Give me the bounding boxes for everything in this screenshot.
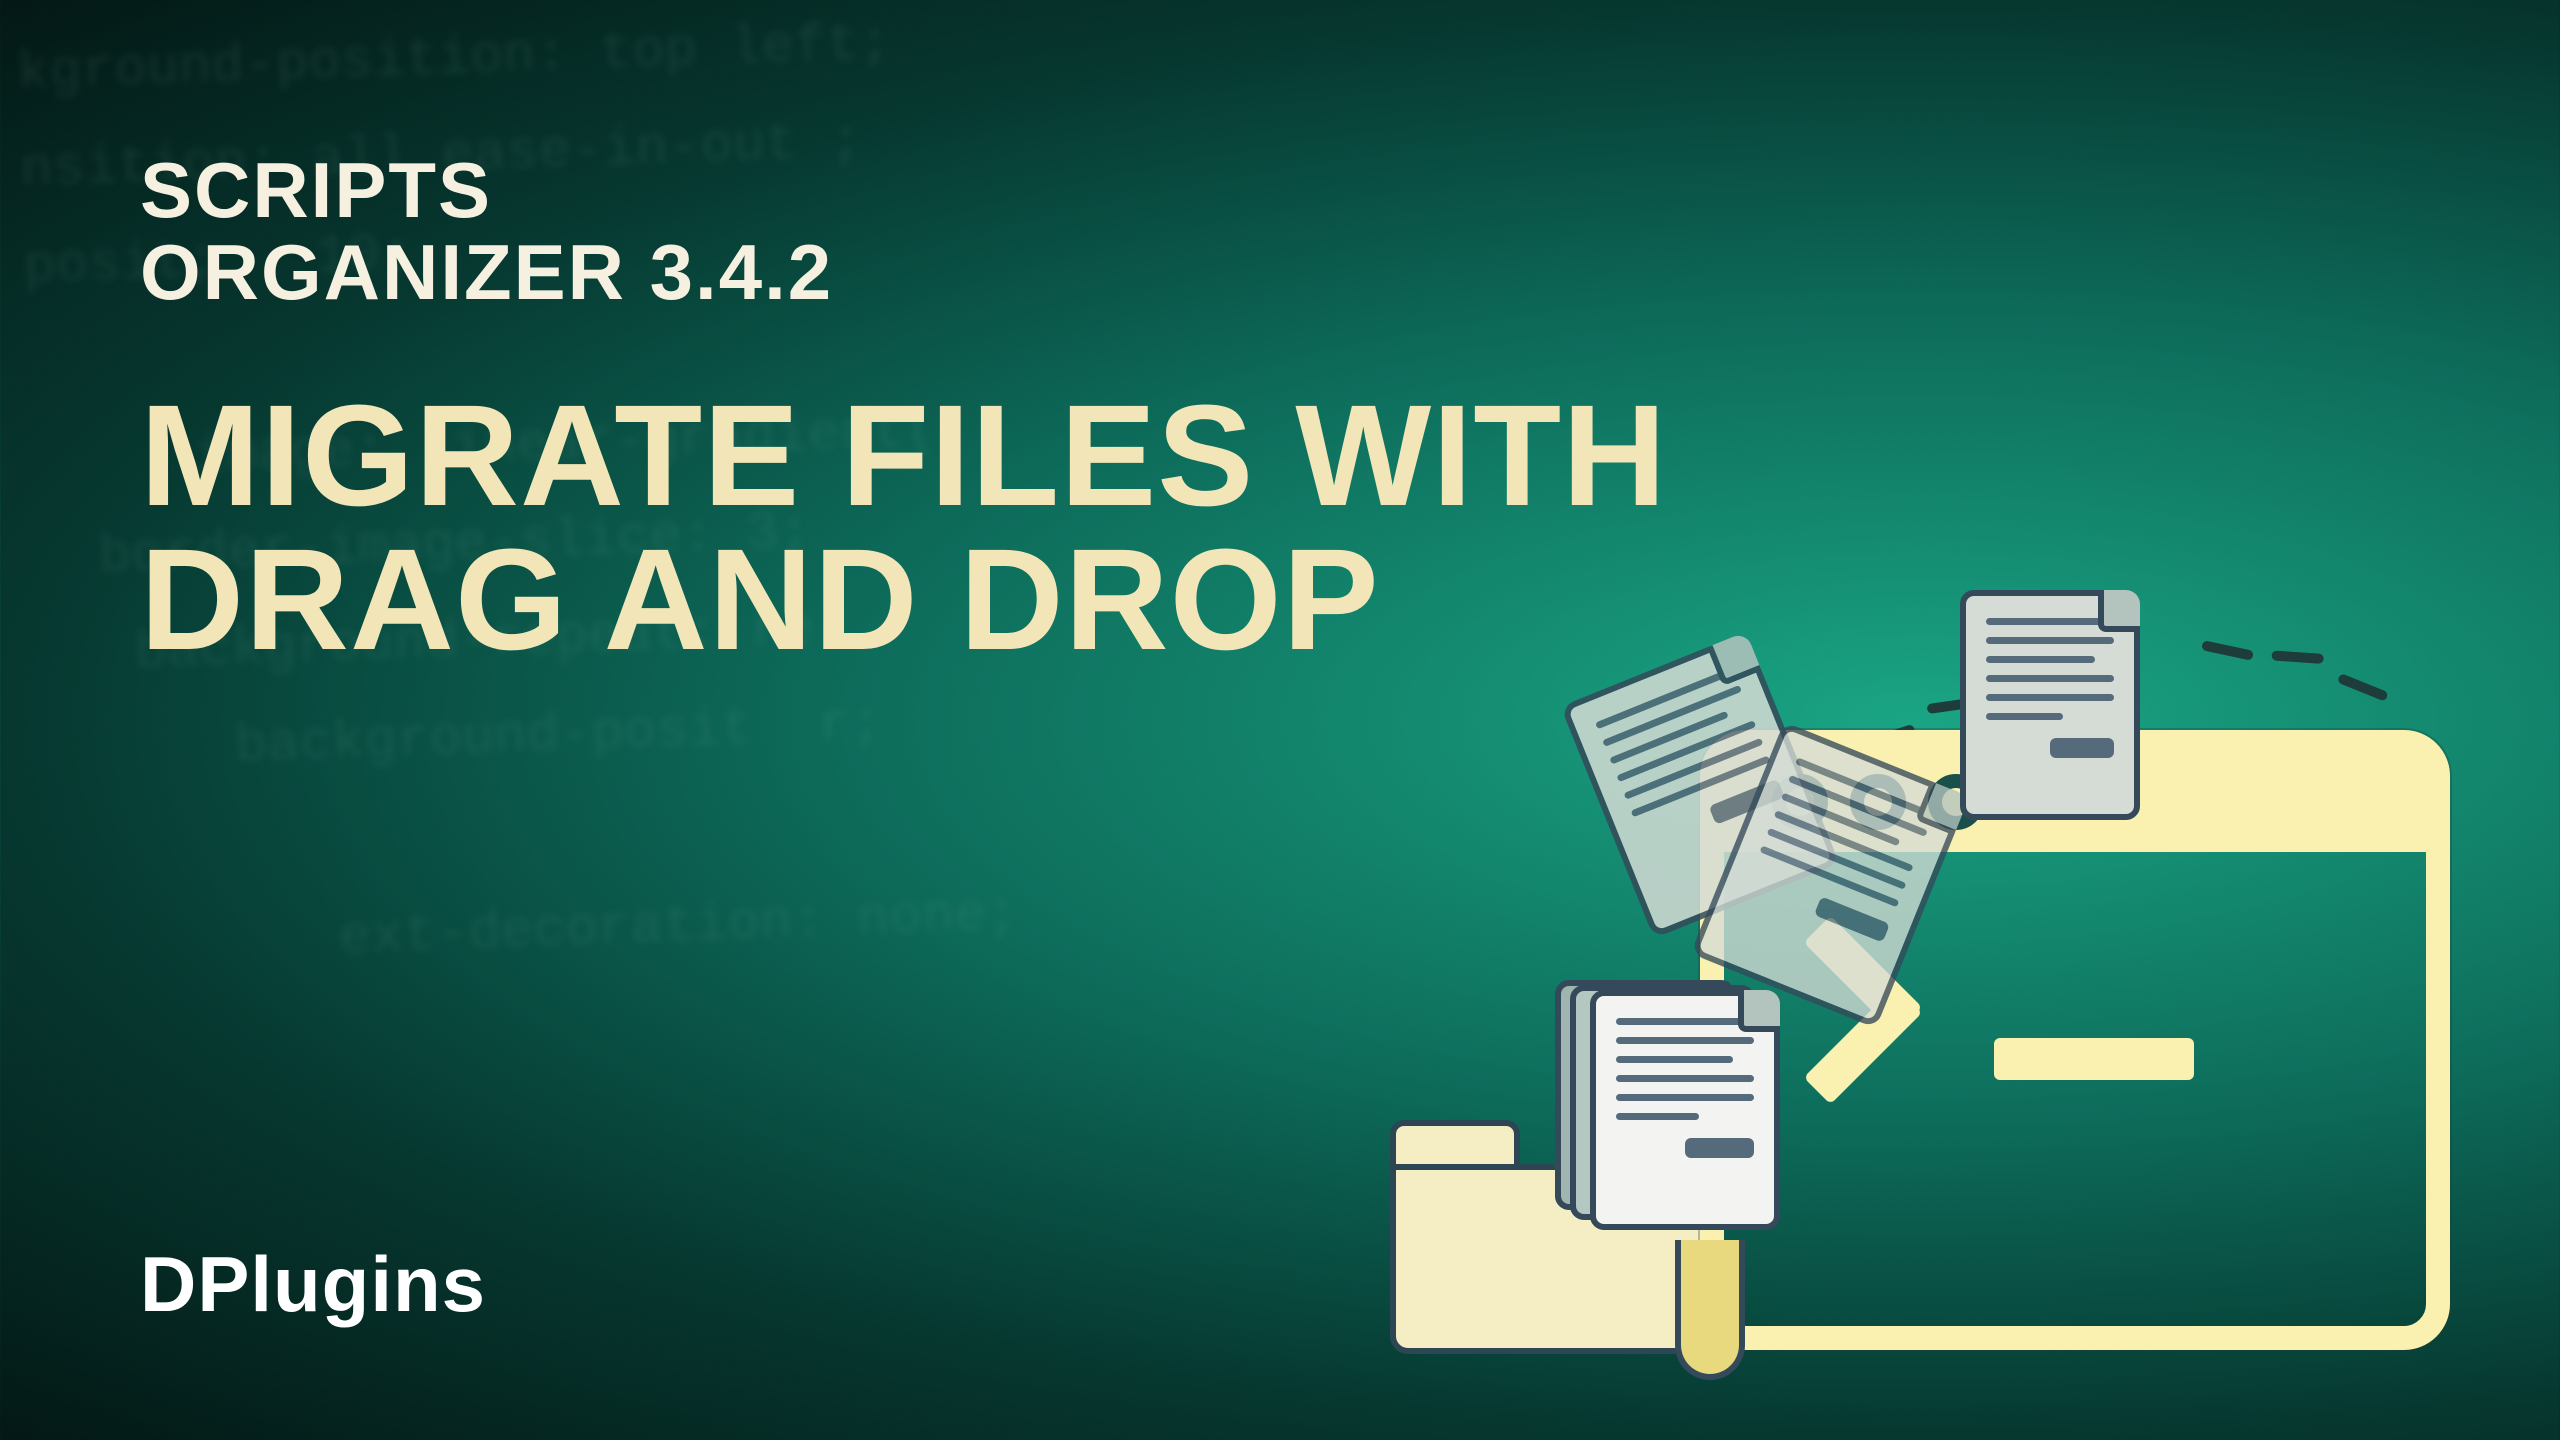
- brand-logo-text: DPlugins: [140, 1239, 486, 1330]
- product-name-line1: SCRIPTS: [140, 150, 2420, 232]
- paper-curl-icon: [1675, 1240, 1745, 1380]
- prompt-cursor-icon: [1994, 1038, 2194, 1080]
- product-name: SCRIPTS ORGANIZER 3.4.2: [140, 150, 2420, 314]
- headline-line2: DRAG AND DROP: [140, 528, 2420, 672]
- document-icon: [1590, 990, 1780, 1230]
- hero-content: SCRIPTS ORGANIZER 3.4.2 MIGRATE FILES WI…: [0, 0, 2560, 822]
- brand-logo: DPlugins: [140, 1239, 486, 1330]
- product-name-line2: ORGANIZER 3.4.2: [140, 232, 2420, 314]
- headline: MIGRATE FILES WITH DRAG AND DROP: [140, 384, 2420, 672]
- headline-line1: MIGRATE FILES WITH: [140, 384, 2420, 528]
